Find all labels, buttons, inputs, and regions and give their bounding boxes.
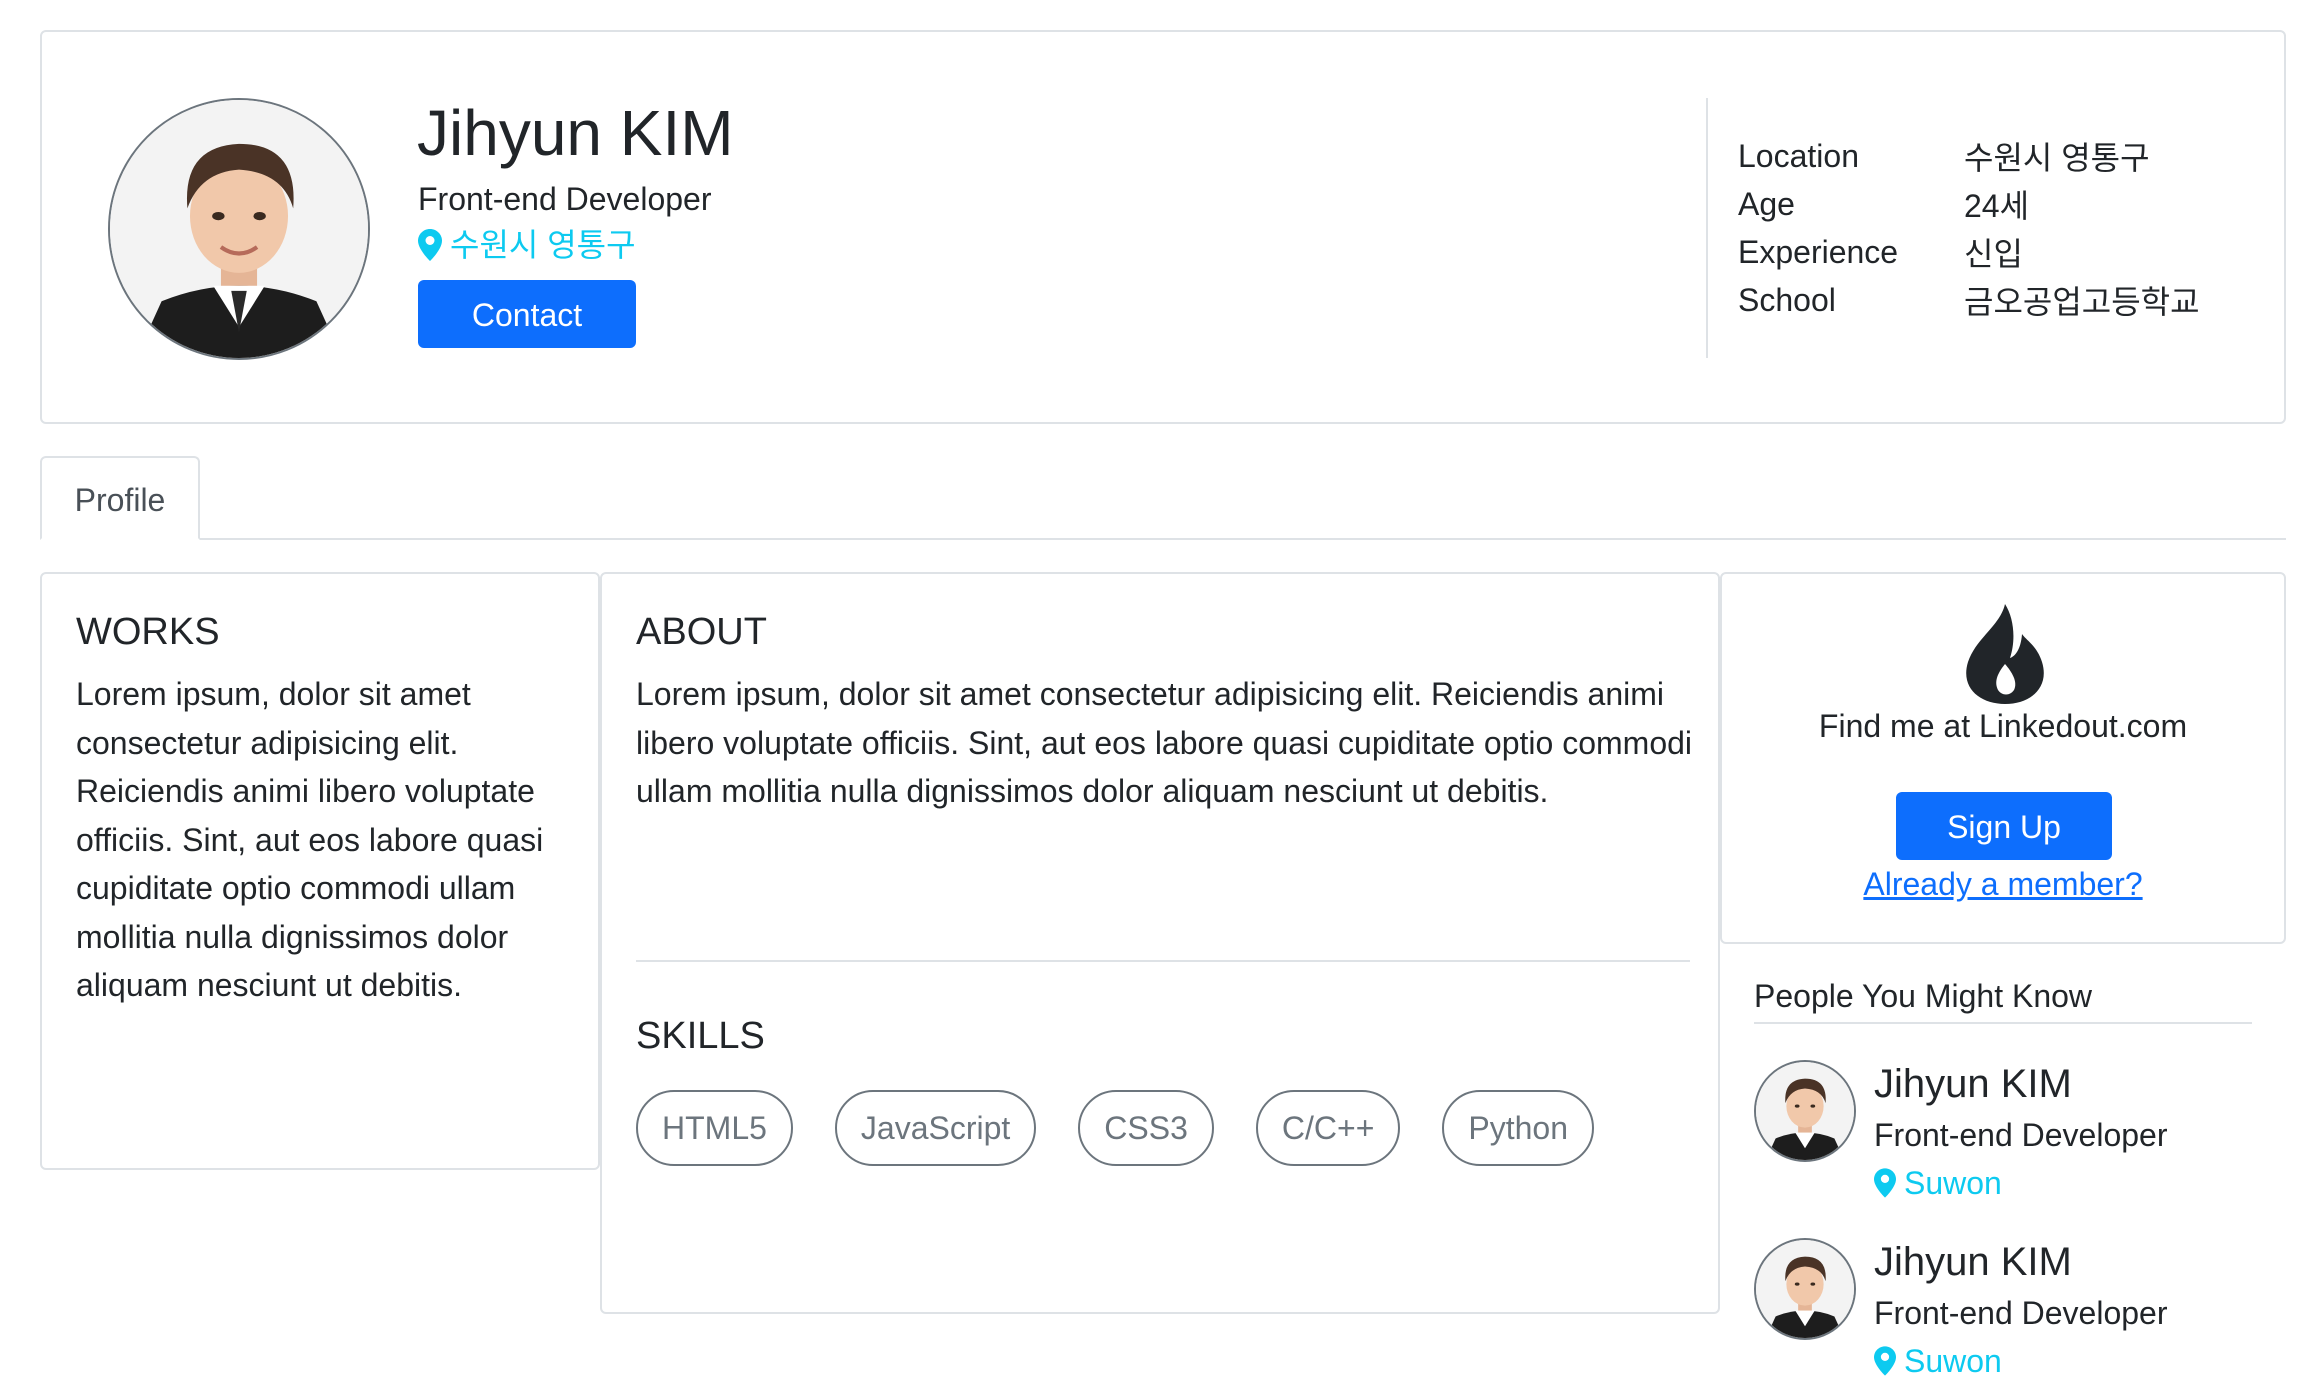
profile-role: Front-end Developer	[418, 181, 712, 217]
info-key: Location	[1738, 137, 1859, 174]
profile-avatar	[108, 98, 370, 360]
info-value: 신입	[1964, 236, 2023, 272]
person-location: Suwon	[1874, 1342, 2002, 1380]
find-me-text: Find me at Linkedout.com	[1818, 708, 2188, 744]
person-location-text: Suwon	[1904, 1165, 2002, 1201]
skills-list: HTML5 JavaScript CSS3 C/C++ Python	[636, 1090, 1594, 1166]
profile-header-card: Jihyun KIM Front-end Developer 수원시 영통구 C…	[40, 30, 2286, 424]
person-card[interactable]: Jihyun KIM Front-end Developer Suwon	[1754, 1060, 2274, 1220]
map-pin-icon	[418, 229, 442, 262]
skill-badge: CSS3	[1078, 1090, 1214, 1166]
map-pin-icon	[1874, 1346, 1896, 1376]
profile-location: 수원시 영통구	[418, 226, 636, 264]
info-key: School	[1738, 281, 1836, 318]
skill-badge: Python	[1442, 1090, 1594, 1166]
info-row-experience: Experience 신입	[1738, 228, 2200, 276]
skills-title: SKILLS	[636, 1015, 765, 1057]
person-card[interactable]: Jihyun KIM Front-end Developer Suwon	[1754, 1238, 2274, 1398]
person-avatar	[1754, 1060, 1856, 1162]
portrait-photo-icon	[1756, 1240, 1854, 1338]
works-text: Lorem ipsum, dolor sit amet consectetur …	[76, 676, 544, 1003]
flame-icon	[1966, 604, 2044, 704]
skill-badge: C/C++	[1255, 1090, 1401, 1166]
info-key: Experience	[1738, 233, 1899, 270]
portrait-photo-icon	[1756, 1062, 1854, 1160]
tabs-border	[40, 538, 2286, 540]
map-pin-icon	[1874, 1168, 1896, 1198]
signup-card: Find me at Linkedout.com Sign Up Already…	[1720, 572, 2286, 944]
profile-info-table: Location 수원시 영통구 Age 24세 Experience 신입 S…	[1738, 132, 2200, 324]
info-row-location: Location 수원시 영통구	[1738, 132, 2200, 180]
info-key: Age	[1738, 185, 1795, 222]
about-divider	[636, 960, 1690, 962]
person-location-text: Suwon	[1904, 1343, 2002, 1379]
info-row-age: Age 24세	[1738, 180, 2200, 228]
info-value: 금오공업고등학교	[1964, 284, 2200, 320]
person-name: Jihyun KIM	[1874, 1240, 2072, 1284]
skill-badge: HTML5	[636, 1090, 793, 1166]
tab-profile[interactable]: Profile	[40, 456, 200, 540]
profile-location-text: 수원시 영통구	[450, 227, 636, 263]
profile-name: Jihyun KIM	[417, 97, 734, 169]
person-avatar	[1754, 1238, 1856, 1340]
info-row-school: School 금오공업고등학교	[1738, 276, 2200, 324]
pymk-title: People You Might Know	[1754, 978, 2093, 1014]
contact-button[interactable]: Contact	[418, 280, 636, 348]
about-text: Lorem ipsum, dolor sit amet consectetur …	[636, 676, 1693, 809]
works-title: WORKS	[76, 611, 220, 653]
pymk-divider	[1754, 1022, 2252, 1024]
about-card: ABOUT Lorem ipsum, dolor sit amet consec…	[600, 572, 1720, 1314]
person-role: Front-end Developer	[1874, 1117, 2168, 1153]
person-name: Jihyun KIM	[1874, 1062, 2072, 1106]
info-value: 24세	[1964, 188, 2030, 224]
person-role: Front-end Developer	[1874, 1295, 2168, 1331]
already-member-link[interactable]: Already a member?	[1722, 866, 2284, 903]
skill-badge: JavaScript	[834, 1090, 1037, 1166]
portrait-photo-icon	[110, 100, 368, 358]
header-divider	[1706, 98, 1708, 358]
person-location: Suwon	[1874, 1164, 2002, 1202]
works-card: WORKS Lorem ipsum, dolor sit amet consec…	[40, 572, 600, 1170]
sign-up-button[interactable]: Sign Up	[1896, 792, 2112, 860]
about-title: ABOUT	[636, 611, 767, 653]
info-value: 수원시 영통구	[1964, 140, 2150, 176]
